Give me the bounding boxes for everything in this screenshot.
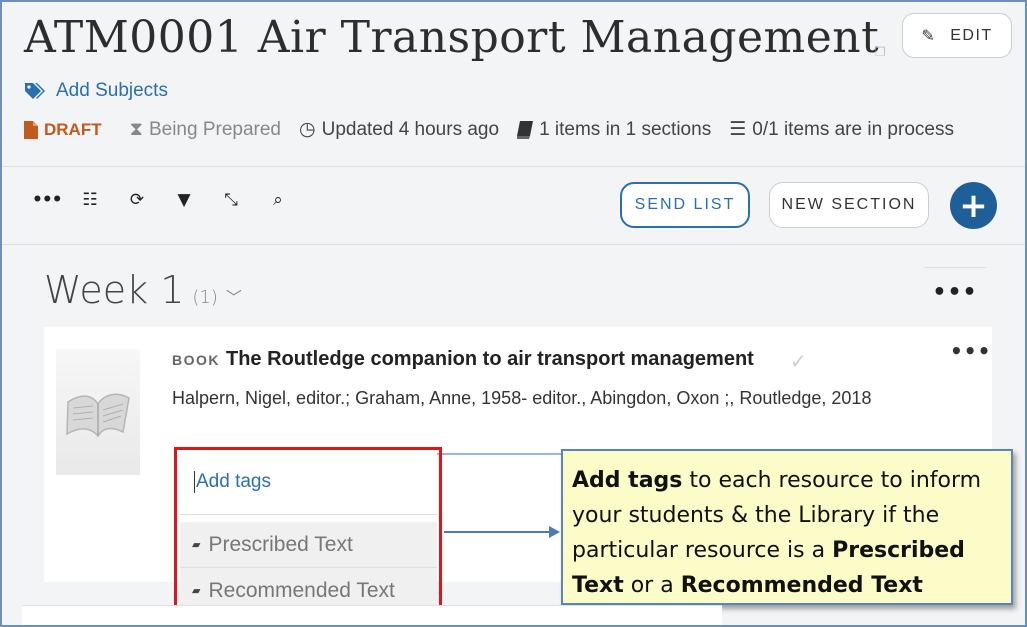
open-book-icon [66,393,130,438]
callout-text-2: or a [623,573,681,598]
copy-icon[interactable]: ❐ [875,45,889,59]
tags-icon [25,83,45,99]
section-more-button[interactable]: ••• [924,267,986,317]
list-view-icon[interactable]: ☷ [79,190,101,210]
toolbar-divider [2,244,1025,245]
items-text: 1 items in 1 sections [539,118,712,140]
page-title: ATM0001 Air Transport Management [24,12,880,63]
resource-authors: Halpern, Nigel, editor.; Graham, Anne, 1… [172,388,872,408]
status-text: DRAFT [44,119,102,139]
callout-bold-1: Add tags [572,468,683,493]
callout-bold-3: Recommended Text [680,573,923,598]
edit-button[interactable]: ✎ EDIT [902,13,1012,58]
status-badge: DRAFT [24,120,102,140]
filter-icon[interactable]: ▼ [173,190,195,210]
next-card-edge [22,605,722,625]
add-subjects-link[interactable]: Add Subjects [24,80,168,102]
process-indicator: ☰ 0/1 items are in process [729,118,954,141]
hourglass-icon: ⧗ [129,118,143,140]
search-icon[interactable]: ⌕ [267,190,289,210]
clock-icon: ◷ [299,119,316,140]
section-count: (1) [192,287,218,308]
screenshot-frame: ATM0001 Air Transport Management ❐ ✎ EDI… [0,0,1027,627]
section-heading[interactable]: Week 1 (1) ﹀ [44,268,242,312]
annotation-callout: Add tags to each resource to inform your… [561,449,1013,605]
book-cover [56,349,140,475]
resource-more-button[interactable]: ••• [950,339,991,363]
check-icon: ✓ [790,349,807,373]
header-divider [2,166,1025,167]
section-title: Week 1 [44,268,185,312]
add-item-button[interactable]: + [950,182,997,229]
stage-indicator: ⧗ Being Prepared [130,119,281,141]
server-icon: ☰ [729,119,747,140]
list-meta: DRAFT ⧗ Being Prepared ◷ Updated 4 hours… [24,118,972,141]
send-list-button[interactable]: SEND LIST [620,182,750,228]
tag-input-underline [437,453,562,455]
pencil-icon: ✎ [921,27,937,45]
annotation-arrow [444,531,550,533]
arrow-head-icon [549,526,560,538]
stage-text: Being Prepared [148,118,281,140]
new-section-button[interactable]: NEW SECTION [769,182,929,228]
resource-type: BOOK [172,352,220,368]
updated-text: Updated 4 hours ago [321,118,500,140]
add-subjects-label: Add Subjects [56,80,168,101]
process-text: 0/1 items are in process [752,118,954,140]
items-indicator: 1 items in 1 sections [517,119,711,141]
more-options-icon[interactable]: ••• [32,190,63,210]
collapse-icon[interactable]: ⤡ [220,190,242,210]
list-toolbar: ••• ☷ ⟳ ▼ ⤡ ⌕ [32,190,289,210]
updated-indicator: ◷ Updated 4 hours ago [299,118,499,141]
document-icon [24,120,38,139]
book-icon [517,120,534,139]
refresh-icon[interactable]: ⟳ [126,190,148,210]
highlight-box [174,447,442,617]
edit-label: EDIT [950,26,993,44]
chevron-down-icon[interactable]: ﹀ [226,284,242,308]
resource-title[interactable]: The Routledge companion to air transport… [226,348,754,371]
